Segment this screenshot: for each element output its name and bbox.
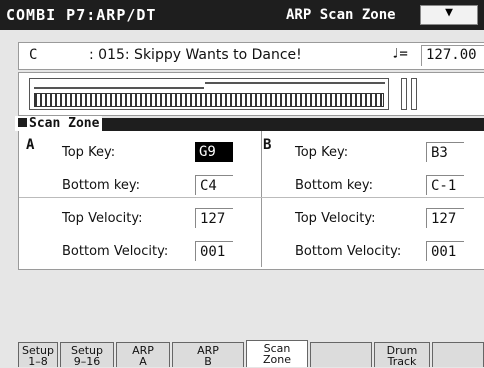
tab-sublabel: 9–16 (73, 355, 101, 368)
tempo-icon: ♩= (391, 46, 408, 62)
tab-setup-1-8[interactable]: Setup 1–8 (18, 342, 58, 367)
tab-sublabel: 1–8 (28, 355, 48, 368)
zone-b-bottom-velocity-label: Bottom Velocity: (295, 244, 402, 259)
section-title: Scan Zone (15, 116, 103, 131)
zone-a-top-velocity-field[interactable]: 127 (195, 208, 233, 228)
tab-sublabel: B (204, 355, 212, 368)
mode-page-title: COMBI P7:ARP/DT (6, 6, 157, 24)
zone-b-bottom-key-label: Bottom key: (295, 178, 374, 193)
tab-scan-zone[interactable]: Scan Zone (246, 340, 308, 367)
zone-a-bottom-velocity-label: Bottom Velocity: (62, 244, 169, 259)
tab-drum-track[interactable]: Drum Track (374, 342, 430, 367)
keyboard-graphic (29, 78, 389, 110)
velocity-bar-a (401, 78, 407, 110)
zone-b-top-velocity-label: Top Velocity: (295, 211, 376, 226)
page-tabs: Setup 1–8 Setup 9–16 ARP A ARP B Scan Zone Dr… (18, 340, 484, 367)
zone-b-top-velocity-field[interactable]: 127 (426, 208, 464, 228)
zone-a-top-key-field[interactable]: G9 (195, 142, 233, 162)
zone-b-label: B (263, 137, 272, 153)
zone-a-bottom-key-field[interactable]: C4 (195, 175, 233, 195)
velocity-bar-b (411, 78, 417, 110)
zone-b-top-key-field[interactable]: B3 (426, 142, 464, 162)
combination-name: : 015: Skippy Wants to Dance! (89, 47, 302, 63)
zone-b-bottom-key-field[interactable]: C-1 (426, 175, 464, 195)
combination-select[interactable]: C : 015: Skippy Wants to Dance! ♩= 127.0… (18, 42, 484, 70)
key-velocity-divider (19, 197, 484, 198)
tab-sublabel: A (139, 355, 147, 368)
tab-sublabel: Track (387, 355, 417, 368)
zone-a-top-velocity-label: Top Velocity: (62, 211, 143, 226)
tempo-value: 127.00 (426, 47, 477, 63)
tab-arp-a[interactable]: ARP A (116, 342, 170, 367)
zone-b-bottom-velocity-field[interactable]: 001 (426, 241, 464, 261)
tempo-field[interactable]: 127.00 (421, 45, 484, 66)
zone-a-bottom-key-label: Bottom key: (62, 178, 141, 193)
keyboard-keys (34, 93, 384, 107)
zone-a-range-bar (205, 82, 385, 84)
scan-zone-panel: A Top Key: G9 Bottom key: C4 Top Velocit… (18, 131, 484, 270)
tab-arp-b[interactable]: ARP B (172, 342, 244, 367)
zone-divider (261, 131, 262, 267)
page-menu-button[interactable]: ▼ (420, 5, 478, 25)
page-tab-title: ARP Scan Zone (286, 7, 396, 23)
tab-empty-1[interactable] (310, 342, 372, 367)
tab-setup-9-16[interactable]: Setup 9–16 (60, 342, 114, 367)
title-bar: COMBI P7:ARP/DT ARP Scan Zone ▼ (0, 0, 484, 30)
combination-bank: C (29, 47, 38, 63)
tab-empty-2[interactable] (432, 342, 484, 367)
zone-b-range-bar (34, 87, 204, 89)
zone-b-top-key-label: Top Key: (295, 145, 349, 160)
keyboard-range-display (18, 72, 484, 116)
zone-a-top-key-label: Top Key: (62, 145, 116, 160)
chevron-down-icon: ▼ (445, 5, 453, 20)
section-title-text: Scan Zone (29, 116, 100, 131)
zone-a-bottom-velocity-field[interactable]: 001 (195, 241, 233, 261)
section-square-icon (18, 118, 27, 127)
tab-sublabel: Zone (262, 353, 291, 366)
zone-a-label: A (26, 137, 35, 153)
